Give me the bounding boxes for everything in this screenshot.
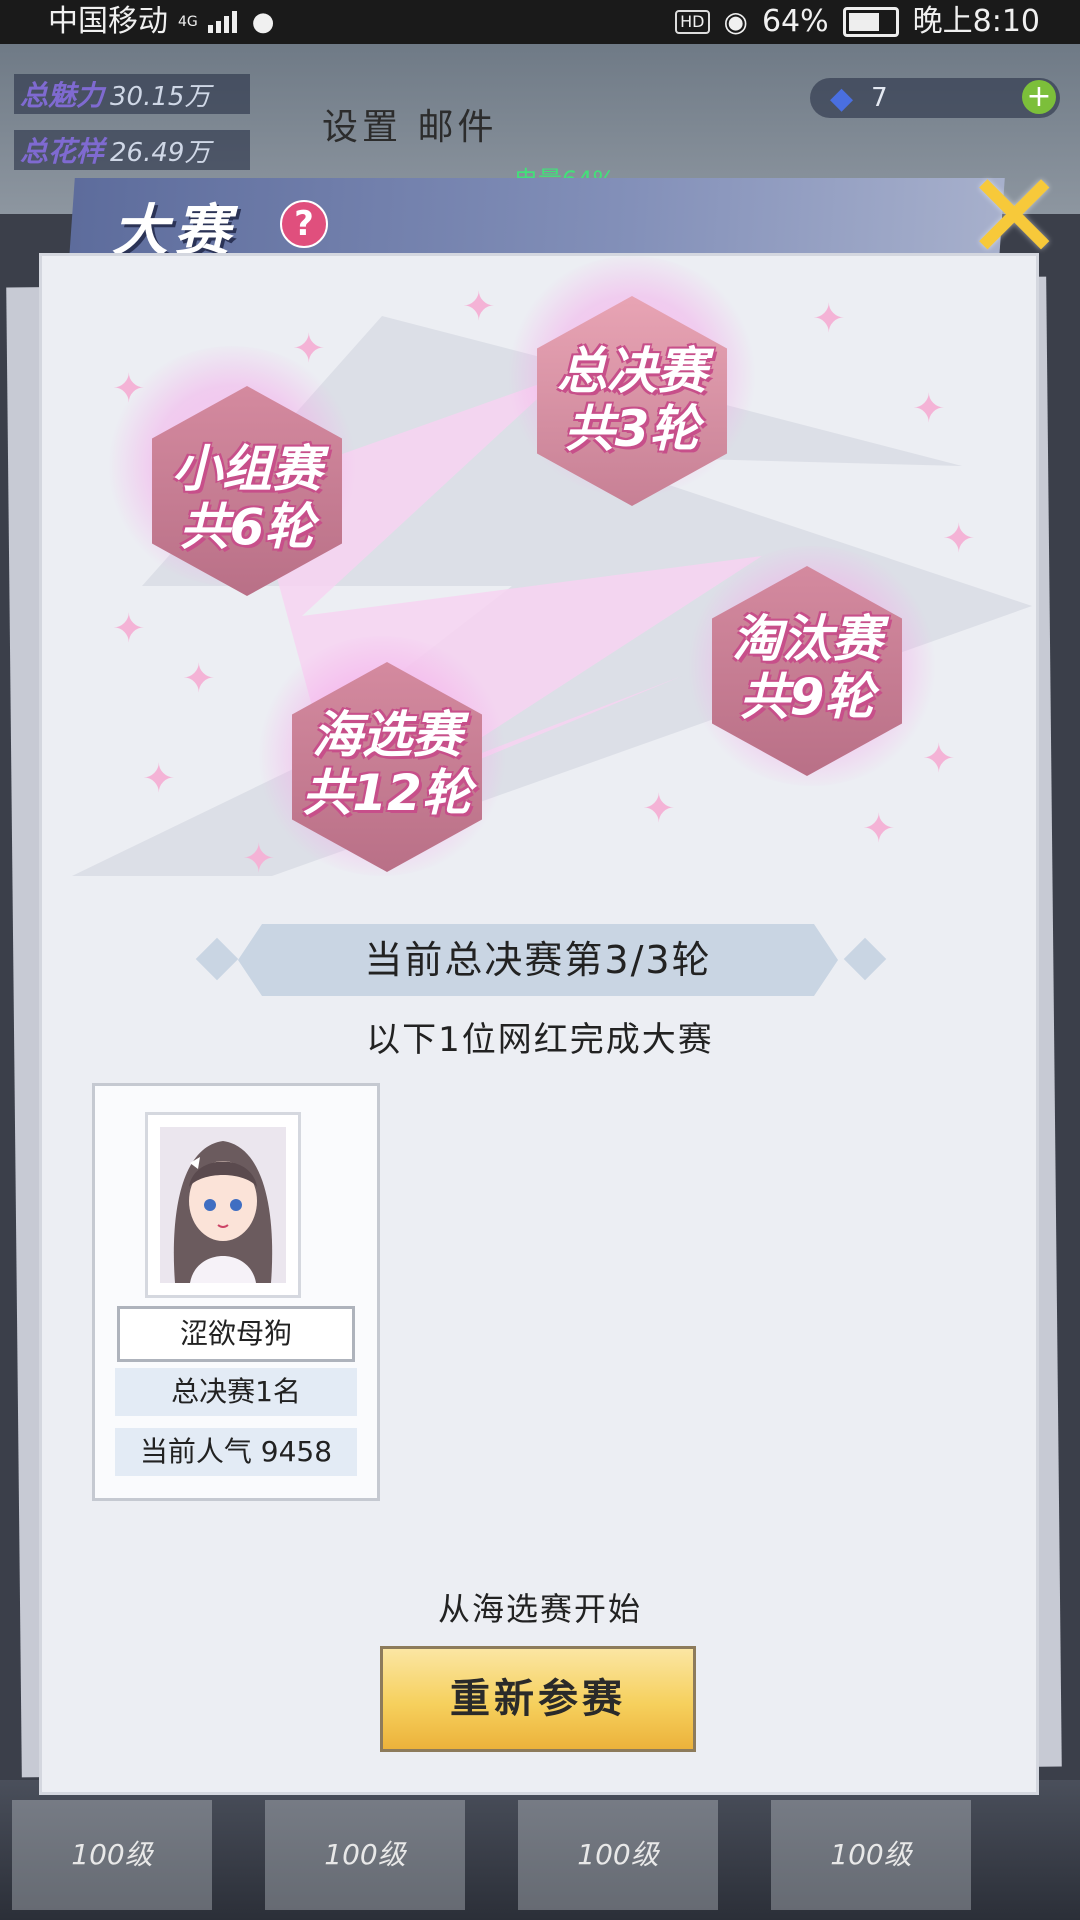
level-card: 100级 xyxy=(265,1800,465,1910)
stage-name: 总决赛 xyxy=(557,342,707,400)
audition-stage-label: 海选赛 共12轮 xyxy=(267,706,507,822)
hd-icon: HD xyxy=(675,10,710,34)
gem-counter: ◆ 7 + xyxy=(810,78,1060,118)
sparkle-icon: ✦ xyxy=(112,606,146,652)
stage-name: 淘汰赛 xyxy=(732,610,882,668)
sparkle-icon: ✦ xyxy=(182,656,216,702)
stage-rounds: 共12轮 xyxy=(302,764,472,822)
sparkle-icon: ✦ xyxy=(942,516,976,562)
level-card: 100级 xyxy=(518,1800,718,1910)
battery-icon xyxy=(842,7,899,37)
sparkle-icon: ✦ xyxy=(462,284,496,330)
rejoin-button[interactable]: 重新参赛 xyxy=(380,1646,696,1752)
wechat-icon: ● xyxy=(251,7,275,37)
network-type: 4G xyxy=(178,14,198,30)
current-round-text: 当前总决赛第3/3轮 xyxy=(364,938,712,982)
player-card[interactable]: 涩欲母狗 总决赛1名 当前人气 9458 xyxy=(92,1083,380,1501)
player-popularity: 当前人气 9458 xyxy=(115,1428,357,1476)
group-stage-label: 小组赛 共6轮 xyxy=(127,440,367,556)
summary-text: 以下1位网红完成大赛 xyxy=(366,1020,714,1060)
close-icon[interactable]: ✕ xyxy=(964,158,1065,278)
add-gems-button[interactable]: + xyxy=(1022,80,1056,114)
player-name: 涩欲母狗 xyxy=(117,1306,355,1362)
dialog-title: 大赛 xyxy=(112,199,236,264)
sparkle-icon: ✦ xyxy=(812,296,846,342)
signal-icon xyxy=(207,9,242,35)
restart-hint: 从海选赛开始 xyxy=(437,1590,642,1628)
stage-rounds: 共6轮 xyxy=(179,498,315,556)
eye-icon: ◉ xyxy=(723,5,748,38)
sparkle-icon: ✦ xyxy=(862,806,896,852)
avatar xyxy=(160,1127,286,1283)
style-label: 总花样 xyxy=(20,135,105,168)
carrier-label: 中国移动 xyxy=(48,4,168,39)
clock: 晚上8:10 xyxy=(912,4,1040,39)
player-rank: 总决赛1名 xyxy=(115,1368,357,1416)
style-value: 26.49万 xyxy=(110,137,211,168)
charm-stat: 总魅力 30.15万 xyxy=(14,74,251,114)
sparkle-icon: ✦ xyxy=(142,756,176,802)
knockout-stage-label: 淘汰赛 共9轮 xyxy=(687,610,927,726)
charm-value: 30.15万 xyxy=(110,81,211,112)
sparkle-icon: ✦ xyxy=(922,736,956,782)
level-card: 100级 xyxy=(12,1800,212,1910)
battery-percent: 64% xyxy=(761,4,829,39)
level-card: 100级 xyxy=(771,1800,971,1910)
stage-rounds: 共9轮 xyxy=(739,668,875,726)
stage-name: 小组赛 xyxy=(172,440,322,498)
sparkle-icon: ✦ xyxy=(642,786,676,832)
avatar-frame xyxy=(145,1112,301,1298)
gem-count: 7 xyxy=(871,83,888,113)
sparkle-icon: ✦ xyxy=(242,836,276,882)
diamond-icon: ◆ xyxy=(830,80,854,116)
stage-rounds: 共3轮 xyxy=(564,400,700,458)
charm-label: 总魅力 xyxy=(20,79,105,112)
sparkle-icon: ✦ xyxy=(912,386,946,432)
stage-name: 海选赛 xyxy=(312,706,462,764)
final-stage-label: 总决赛 共3轮 xyxy=(512,342,752,458)
style-stat: 总花样 26.49万 xyxy=(14,130,251,170)
status-bar: 中国移动 4G ● HD ◉ 64% 晚上8:10 xyxy=(0,0,1080,44)
settings-mail-menu[interactable]: 设置 邮件 xyxy=(322,98,497,150)
question-icon[interactable]: ? xyxy=(280,200,328,248)
